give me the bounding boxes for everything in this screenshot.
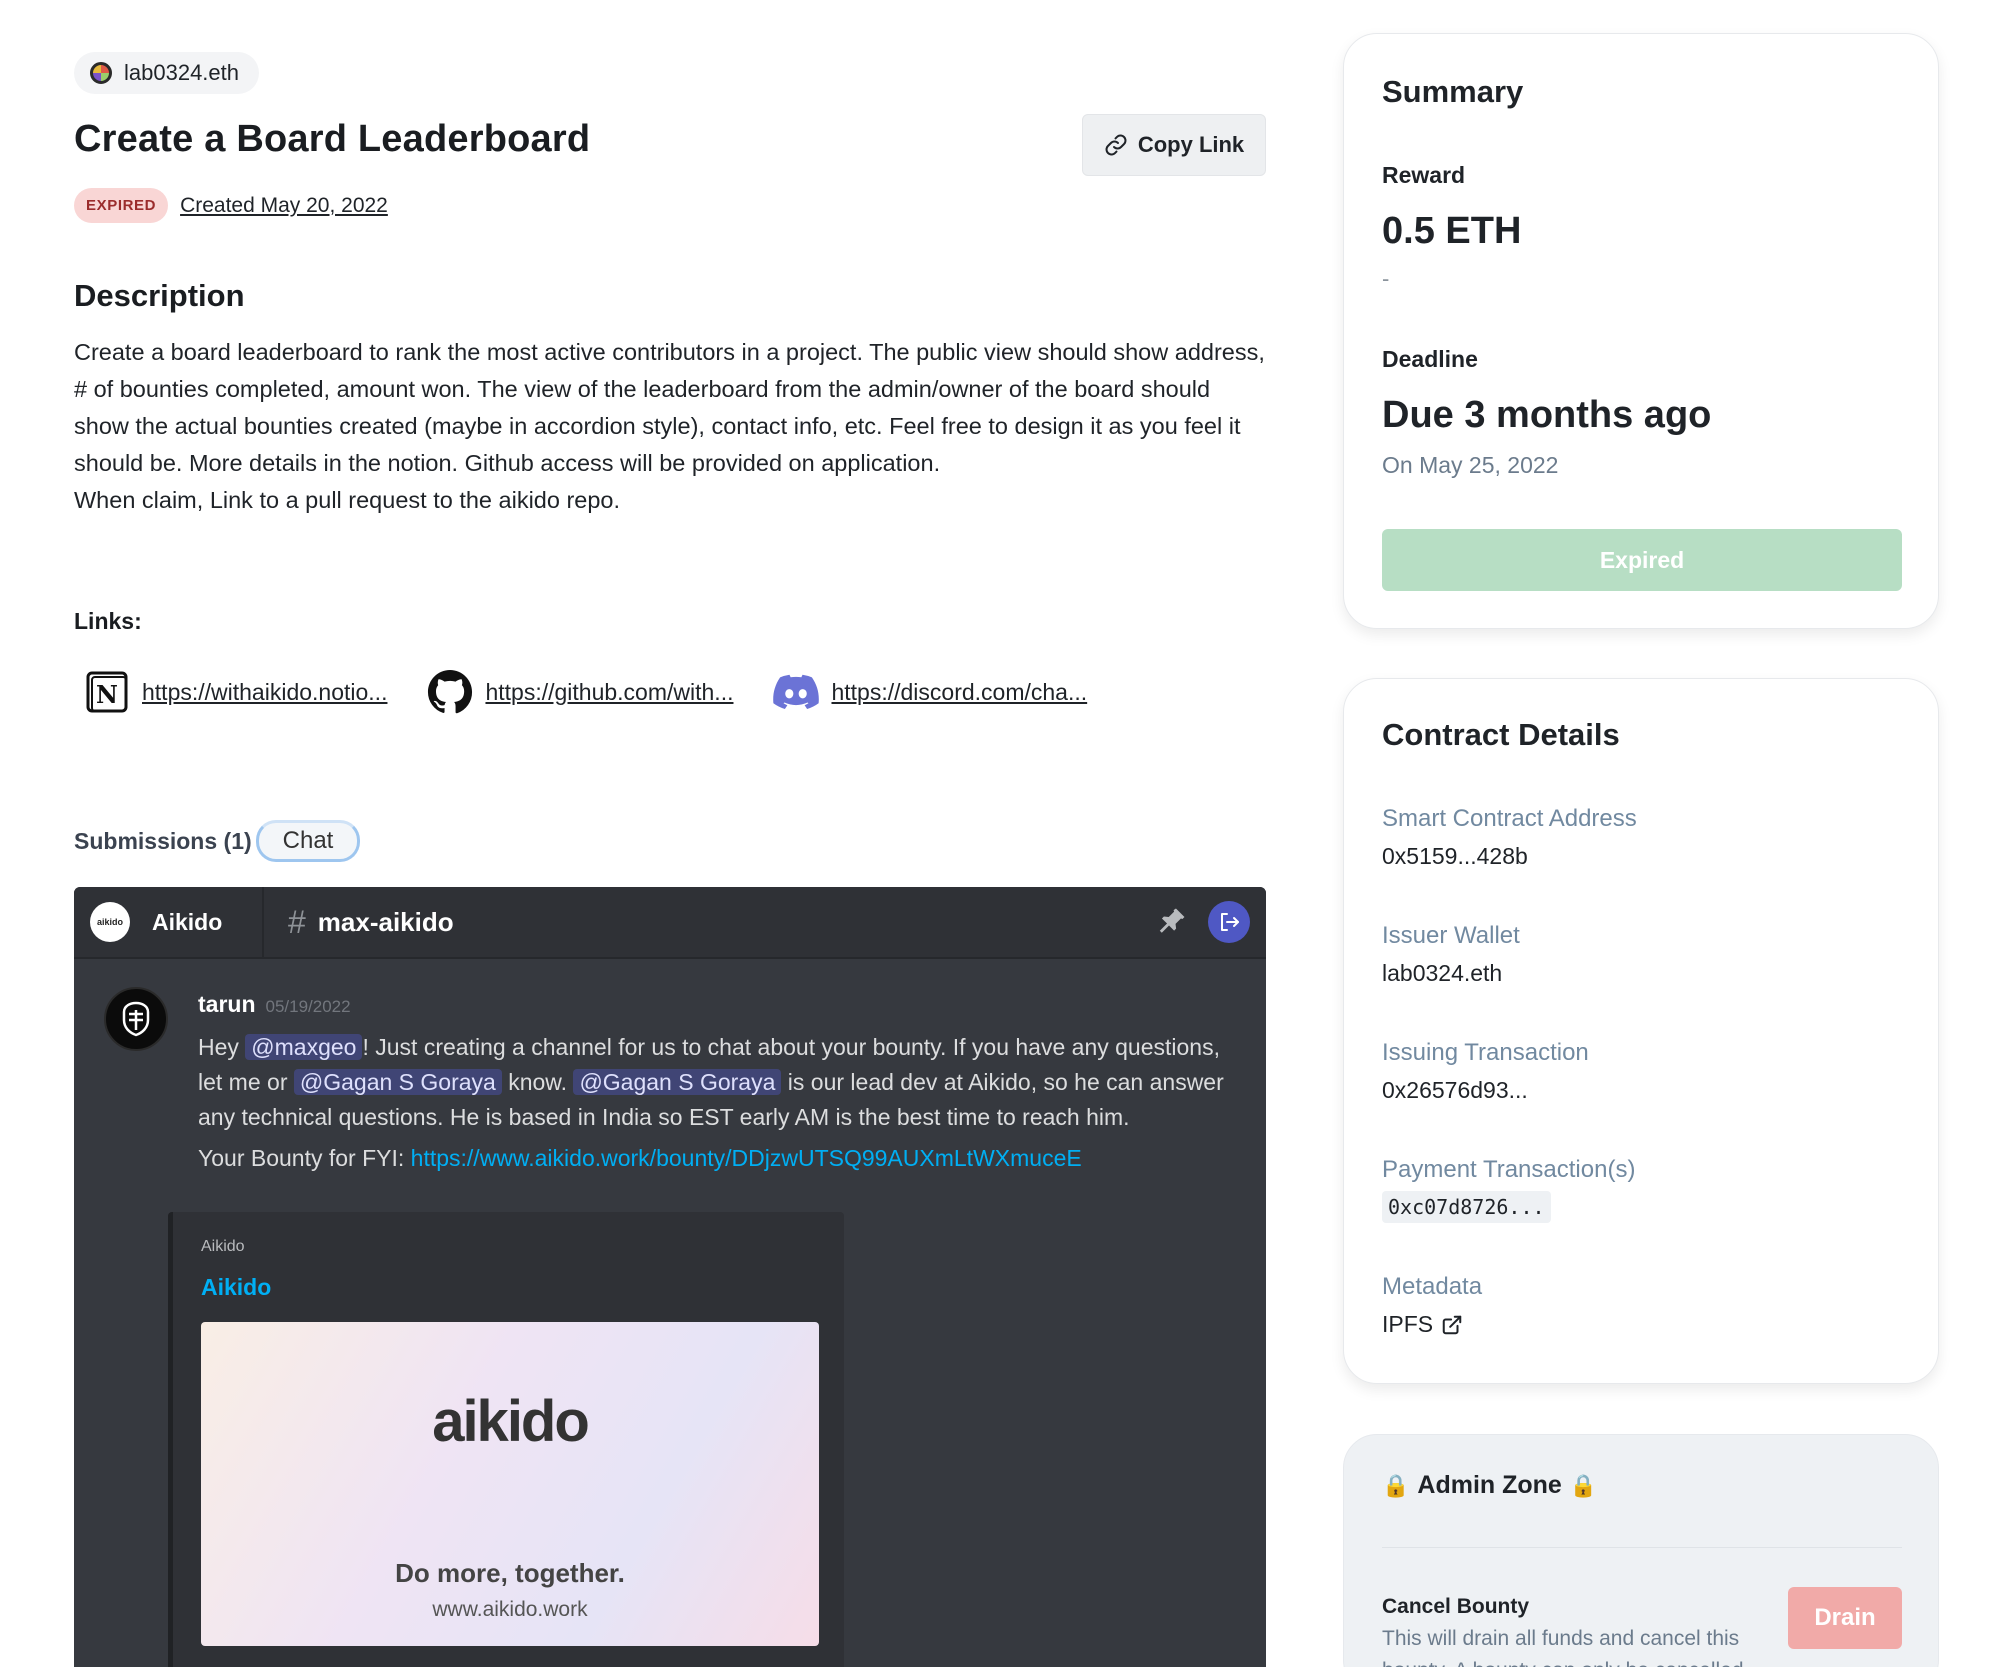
status-badge: EXPIRED [74, 188, 169, 223]
divider [1382, 1547, 1902, 1548]
issuer-wallet-value[interactable]: lab0324.eth [1382, 960, 1502, 987]
message-timestamp: 05/19/2022 [265, 997, 351, 1016]
admin-zone-card: 🔒 Admin Zone 🔒 Cancel Bounty This will d… [1343, 1434, 1939, 1667]
message-body: tarun 05/19/2022 Hey @maxgeo! Just creat… [198, 987, 1228, 1176]
channel-name: max-aikido [317, 906, 454, 937]
server-icon: aikido [90, 902, 130, 942]
message-text-segment: Hey [198, 1034, 246, 1060]
discord-server[interactable]: aikido Aikido [74, 887, 264, 958]
drain-button[interactable]: Drain [1788, 1587, 1902, 1649]
embed-tagline: Do more, together. [395, 1558, 625, 1588]
deadline-value: Due 3 months ago [1382, 394, 1712, 436]
copy-link-label: Copy Link [1137, 132, 1245, 157]
issuer-wallet-label: Issuer Wallet [1382, 922, 1520, 949]
github-link[interactable]: https://github.com/with... [427, 669, 733, 715]
github-icon [428, 669, 473, 714]
bounty-title: Create a Board Leaderboard [74, 118, 591, 160]
issuer-chip[interactable]: lab0324.eth [74, 52, 259, 94]
discord-link-text: https://discord.com/cha... [831, 678, 1088, 705]
contract-details-card: Contract Details Smart Contract Address … [1343, 678, 1939, 1384]
bounty-line: Your Bounty for FYI: https://www.aikido.… [198, 1141, 1228, 1176]
discord-actions [1154, 901, 1266, 943]
message-header: tarun 05/19/2022 [198, 987, 1228, 1024]
issuing-tx-label: Issuing Transaction [1382, 1039, 1589, 1066]
ipfs-text: IPFS [1382, 1311, 1434, 1337]
status-row: EXPIRED Created May 20, 2022 [74, 188, 388, 223]
embed-image[interactable]: aikido Do more, together. www.aikido.wor… [201, 1322, 819, 1646]
created-date-link[interactable]: Created May 20, 2022 [180, 194, 388, 218]
embed-title[interactable]: Aikido [201, 1274, 271, 1301]
discord-link[interactable]: https://discord.com/cha... [773, 669, 1087, 715]
channel-hash-icon: # [288, 903, 306, 940]
tab-submissions[interactable]: Submissions (1) [74, 828, 252, 855]
link-embed: Aikido Aikido aikido Do more, together. … [168, 1212, 844, 1667]
mention[interactable]: @Gagan S Goraya [293, 1069, 502, 1095]
external-link-icon [1442, 1315, 1462, 1334]
summary-card: Summary Reward 0.5 ETH - Deadline Due 3 … [1343, 33, 1939, 629]
issuer-name: lab0324.eth [124, 60, 239, 85]
issuing-tx-value[interactable]: 0x26576d93... [1382, 1077, 1528, 1104]
admin-zone-title: 🔒 Admin Zone 🔒 [1382, 1471, 1597, 1500]
copy-link-button[interactable]: Copy Link [1082, 114, 1266, 176]
description-body: Create a board leaderboard to rank the m… [74, 334, 1266, 519]
deadline-label: Deadline [1382, 346, 1478, 372]
metadata-label: Metadata [1382, 1273, 1483, 1300]
links-heading: Links: [74, 608, 142, 634]
contract-title: Contract Details [1382, 717, 1620, 752]
mention[interactable]: @Gagan S Goraya [573, 1069, 782, 1095]
link-icon [1105, 134, 1127, 156]
github-link-text: https://github.com/with... [485, 678, 734, 705]
deadline-date: On May 25, 2022 [1382, 452, 1559, 478]
author-name[interactable]: tarun [198, 987, 256, 1022]
expired-button[interactable]: Expired [1382, 529, 1902, 591]
discord-header: aikido Aikido # max-aikido [74, 887, 1266, 959]
summary-title: Summary [1382, 74, 1524, 109]
pin-icon[interactable] [1154, 905, 1188, 939]
discord-chat-widget: aikido Aikido # max-aikido tarun 05/19/2… [74, 887, 1266, 1667]
discord-channel: # max-aikido [264, 904, 1154, 941]
message-text-segment: know. [501, 1069, 574, 1095]
bounty-main: lab0324.eth Create a Board Leaderboard C… [74, 52, 1266, 862]
svg-text:N: N [96, 680, 118, 709]
bounty-link[interactable]: https://www.aikido.work/bounty/DDjzwUTSQ… [411, 1145, 1082, 1171]
payment-tx-value[interactable]: 0xc07d8726... [1382, 1191, 1551, 1223]
description-paragraph: When claim, Link to a pull request to th… [74, 487, 621, 513]
lock-icon: 🔒 [1569, 1472, 1598, 1498]
bounty-prefix: Your Bounty for FYI: [198, 1145, 411, 1171]
server-name: Aikido [152, 908, 223, 935]
embed-url: www.aikido.work [432, 1598, 588, 1621]
cancel-bounty-description: This will drain all funds and cancel thi… [1382, 1627, 1744, 1667]
admin-zone-label: Admin Zone [1417, 1471, 1562, 1499]
reward-label: Reward [1382, 162, 1466, 188]
notion-link-text: https://withaikido.notio... [142, 678, 388, 705]
discord-icon [773, 674, 820, 710]
notion-icon: N [86, 671, 128, 713]
mention[interactable]: @maxgeo [245, 1034, 363, 1060]
contract-address-value[interactable]: 0x5159...428b [1382, 843, 1528, 870]
cancel-bounty-title: Cancel Bounty [1382, 1595, 1530, 1618]
links-list: N https://withaikido.notio... https://gi… [84, 669, 1087, 715]
notion-link[interactable]: N https://withaikido.notio... [84, 669, 387, 715]
contract-address-label: Smart Contract Address [1382, 805, 1637, 832]
issuer-avatar-icon [90, 62, 112, 84]
submissions-tabs: Submissions (1) Chat [74, 820, 361, 862]
shield-icon [122, 1001, 150, 1037]
author-avatar[interactable] [104, 987, 168, 1051]
message-text: Hey @maxgeo! Just creating a channel for… [198, 1030, 1228, 1135]
payment-tx-label: Payment Transaction(s) [1382, 1156, 1636, 1183]
reward-usd: - [1382, 266, 1390, 291]
leave-chat-button[interactable] [1208, 901, 1250, 943]
logout-icon [1221, 913, 1239, 931]
ipfs-link[interactable]: IPFS [1382, 1311, 1463, 1338]
lock-icon: 🔒 [1382, 1472, 1410, 1498]
description-paragraph: Create a board leaderboard to rank the m… [74, 339, 1265, 476]
reward-value: 0.5 ETH [1382, 210, 1522, 252]
description-heading: Description [74, 278, 245, 313]
tab-chat[interactable]: Chat [255, 820, 361, 862]
embed-provider: Aikido [201, 1238, 245, 1255]
aikido-logo: aikido [432, 1389, 590, 1454]
